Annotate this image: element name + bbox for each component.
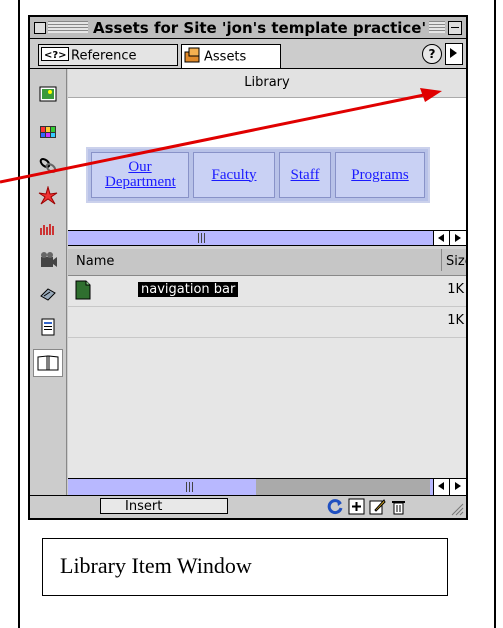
list-horizontal-scrollbar[interactable] (68, 478, 466, 496)
library-heading: Library (68, 69, 466, 98)
help-button[interactable]: ? (422, 44, 442, 64)
movie-icon[interactable] (38, 251, 58, 271)
scroll-right-arrow[interactable] (449, 479, 466, 495)
list-item[interactable]: 1K (68, 307, 466, 338)
preview-link-our-department[interactable]: Our Department (91, 152, 189, 198)
column-header-name[interactable]: Name (76, 254, 114, 269)
library-item-preview: Our Department Faculty Staff Programs (68, 98, 466, 230)
list-header: Name Size (68, 249, 466, 276)
tab-assets[interactable]: Assets (181, 44, 281, 68)
tab-assets-label: Assets (204, 49, 247, 65)
scroll-thumb[interactable] (186, 482, 194, 492)
tab-reference[interactable]: <?> Reference (38, 44, 178, 66)
title-bar[interactable]: Assets for Site 'jon's template practice… (30, 17, 466, 39)
list-item-size: 1K (447, 313, 464, 328)
library-item-list: Name Size navigation bar 1K 1K (68, 249, 466, 496)
refresh-icon[interactable] (327, 498, 344, 515)
assets-toolbar: Insert (30, 495, 466, 518)
library-book-icon (37, 355, 59, 371)
preview-horizontal-scrollbar[interactable] (68, 230, 466, 246)
resize-grip-icon[interactable] (450, 502, 464, 516)
insert-button[interactable]: Insert (100, 498, 228, 514)
assets-panel-window: Assets for Site 'jon's template practice… (28, 15, 468, 520)
reference-icon: <?> (41, 47, 69, 65)
caption-box: Library Item Window (42, 538, 448, 596)
scroll-left-arrow[interactable] (433, 231, 450, 245)
library-item-icon (75, 280, 91, 300)
template-icon[interactable] (38, 317, 58, 337)
delete-icon[interactable] (390, 498, 407, 515)
script-icon[interactable] (38, 284, 58, 304)
preview-link-programs[interactable]: Programs (335, 152, 425, 198)
scroll-left-arrow[interactable] (433, 479, 450, 495)
list-item-size: 1K (447, 282, 464, 297)
close-box[interactable] (34, 22, 46, 34)
preview-link-faculty[interactable]: Faculty (193, 152, 275, 198)
panel-options-menu-button[interactable] (445, 43, 463, 65)
color-swatch-icon[interactable] (38, 122, 58, 142)
list-item[interactable]: navigation bar 1K (68, 276, 466, 307)
collapse-box[interactable] (448, 21, 462, 35)
tab-reference-label: Reference (71, 48, 137, 64)
preview-link-staff[interactable]: Staff (279, 152, 331, 198)
link-icon[interactable] (38, 155, 58, 175)
edit-icon[interactable] (369, 498, 386, 515)
navigation-bar-preview: Our Department Faculty Staff Programs (86, 147, 430, 203)
library-category-button[interactable] (33, 349, 63, 377)
list-item-name[interactable]: navigation bar (138, 282, 239, 297)
flash-icon[interactable] (38, 186, 58, 206)
svg-text:<?>: <?> (44, 50, 67, 61)
asset-category-sidebar (30, 69, 67, 496)
preview-link-label: Our Department (105, 159, 176, 190)
shockwave-icon[interactable] (38, 219, 58, 239)
library-pane: Library Our Department Faculty Staff Pro… (68, 69, 466, 496)
caption-text: Library Item Window (60, 553, 252, 578)
title-stripes (48, 21, 88, 33)
panel-tabs: <?> Reference Assets ? (30, 39, 466, 69)
assets-icon (184, 47, 202, 67)
scroll-thumb[interactable] (198, 233, 206, 243)
column-header-size[interactable]: Size (441, 249, 466, 271)
new-item-icon[interactable] (348, 498, 365, 515)
window-title: Assets for Site 'jon's template practice… (90, 19, 430, 37)
scroll-track[interactable] (256, 479, 430, 496)
scroll-right-arrow[interactable] (449, 231, 466, 245)
image-icon[interactable] (38, 84, 58, 104)
